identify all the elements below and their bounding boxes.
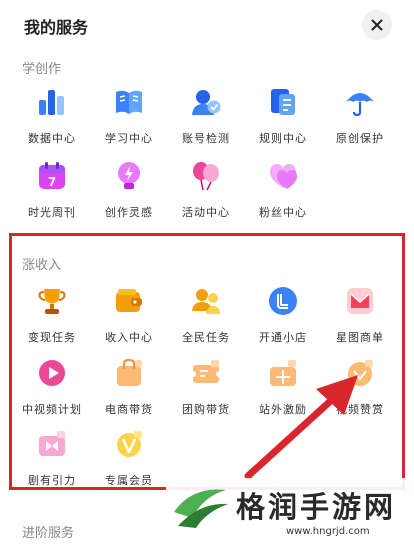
watermark: 格润手游网 www.hngrjd.com <box>166 478 414 546</box>
service-label: 电商带货 <box>105 403 153 416</box>
service-label: 学习中心 <box>105 132 153 145</box>
service-ecommerce[interactable]: 电商带货 <box>94 355 164 417</box>
header: 我的服务 <box>0 0 414 52</box>
service-data-center[interactable]: 数据中心 <box>17 84 87 146</box>
service-rules-center[interactable]: 规则中心 <box>248 84 318 146</box>
service-fans-center[interactable]: 粉丝中心 <box>248 158 318 220</box>
service-creative-inspiration[interactable]: 创作灵感 <box>94 158 164 220</box>
service-label: 时光周刊 <box>28 206 76 219</box>
svg-text:7: 7 <box>48 175 56 189</box>
service-label: 粉丝中心 <box>259 206 307 219</box>
heart-icon <box>265 158 301 194</box>
service-label: 原创保护 <box>336 132 384 145</box>
shopping-bag-icon <box>111 355 147 391</box>
service-exclusive-membership[interactable]: 专属会员 <box>94 426 164 488</box>
service-time-weekly[interactable]: 7 时光周刊 <box>17 158 87 220</box>
bar-chart-icon <box>34 84 70 120</box>
service-label: 开通小店 <box>259 331 307 344</box>
service-account-check[interactable]: 账号检测 <box>171 84 241 146</box>
service-star-map-orders[interactable]: 星图商单 <box>325 283 395 345</box>
service-label: 视频赞赏 <box>336 403 384 416</box>
service-monetization-tasks[interactable]: 变现任务 <box>17 283 87 345</box>
service-label: 变现任务 <box>28 331 76 344</box>
user-check-icon <box>188 84 224 120</box>
close-icon <box>371 19 383 31</box>
service-public-tasks[interactable]: 全民任务 <box>171 283 241 345</box>
service-open-shop[interactable]: 开通小店 <box>248 283 318 345</box>
vip-icon <box>111 426 147 462</box>
section-title-income: 涨收入 <box>22 258 62 273</box>
service-original-protection[interactable]: 原创保护 <box>325 84 395 146</box>
calendar-icon: 7 <box>34 158 70 194</box>
service-learning-center[interactable]: 学习中心 <box>94 84 164 146</box>
service-off-site-incentive[interactable]: 站外激励 <box>248 355 318 417</box>
book-icon <box>111 84 147 120</box>
service-label: 中视频计划 <box>22 403 82 416</box>
service-label: 收入中心 <box>105 331 153 344</box>
service-label: 团购带货 <box>182 403 230 416</box>
service-label: 专属会员 <box>105 474 153 487</box>
shop-icon <box>265 283 301 319</box>
watermark-name: 格润手游网 <box>236 490 397 524</box>
balloon-icon <box>188 158 224 194</box>
gift-box-icon <box>265 355 301 391</box>
service-label: 账号检测 <box>182 132 230 145</box>
service-label: 全民任务 <box>182 331 230 344</box>
play-icon <box>34 355 70 391</box>
page-title: 我的服务 <box>24 18 89 37</box>
trophy-icon <box>34 283 70 319</box>
service-label: 星图商单 <box>336 331 384 344</box>
service-label: 规则中心 <box>259 132 307 145</box>
wallet-icon <box>111 283 147 319</box>
lightbulb-icon <box>111 158 147 194</box>
service-mid-video-plan[interactable]: 中视频计划 <box>17 355 87 417</box>
service-activity-center[interactable]: 活动中心 <box>171 158 241 220</box>
service-label: 创作灵感 <box>105 206 153 219</box>
service-label: 数据中心 <box>28 132 76 145</box>
watermark-url: www.hngrjd.com <box>286 526 370 537</box>
star-map-icon <box>342 283 378 319</box>
close-button[interactable] <box>362 10 392 40</box>
service-label: 站外激励 <box>259 403 307 416</box>
service-drama-gravity[interactable]: 剧有引力 <box>17 426 87 488</box>
watermark-logo <box>174 489 228 528</box>
section-title-advanced: 进阶服务 <box>22 526 75 541</box>
service-label: 剧有引力 <box>28 474 76 487</box>
service-group-buy[interactable]: 团购带货 <box>171 355 241 417</box>
service-video-reward[interactable]: 视频赞赏 <box>325 355 395 417</box>
umbrella-icon <box>342 84 378 120</box>
people-icon <box>188 283 224 319</box>
film-icon <box>34 426 70 462</box>
coupon-icon <box>188 355 224 391</box>
section-title-learn: 学创作 <box>22 62 62 77</box>
service-income-center[interactable]: 收入中心 <box>94 283 164 345</box>
service-label: 活动中心 <box>182 206 230 219</box>
document-icon <box>265 84 301 120</box>
reward-icon <box>342 355 378 391</box>
